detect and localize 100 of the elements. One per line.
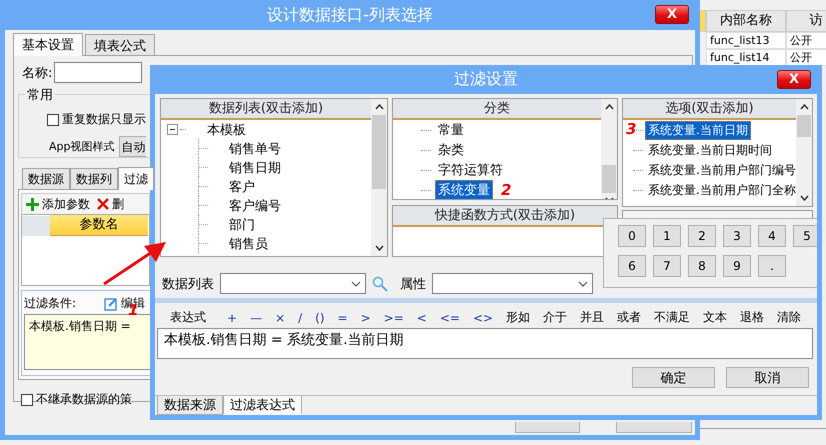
- operator-button[interactable]: 退格: [740, 309, 764, 326]
- operator-button[interactable]: 介于: [543, 309, 568, 326]
- keypad-key[interactable]: .: [758, 255, 786, 277]
- operator-button[interactable]: —: [250, 310, 262, 324]
- operator-button[interactable]: 或者: [617, 309, 642, 326]
- keypad-key[interactable]: 5: [793, 225, 817, 247]
- scroll-up-icon[interactable]: [800, 104, 808, 110]
- keypad-key[interactable]: 9: [723, 255, 751, 277]
- name-field[interactable]: [54, 62, 142, 83]
- delete-icon: [97, 198, 109, 210]
- tree-item[interactable]: 字符运算符: [435, 160, 506, 180]
- row-header: [22, 216, 50, 236]
- close-button[interactable]: X: [777, 70, 811, 89]
- column-header: 访: [786, 10, 826, 32]
- operator-button[interactable]: <>: [472, 310, 494, 324]
- keypad-key[interactable]: 2: [688, 225, 716, 247]
- delete-button[interactable]: 删: [97, 196, 128, 212]
- operator-button[interactable]: =: [338, 310, 348, 324]
- keypad-key[interactable]: 3: [723, 225, 751, 247]
- chevron-down-icon: [578, 280, 588, 286]
- collapse-icon[interactable]: [167, 124, 178, 135]
- checkbox[interactable]: [47, 114, 59, 126]
- chevron-down-icon: [351, 280, 361, 286]
- tab[interactable]: 填表公式: [85, 34, 155, 55]
- tree-item[interactable]: 系统变量: [435, 180, 493, 199]
- field-label: App视图样式: [49, 139, 114, 154]
- operator-button[interactable]: 不满足: [654, 309, 690, 326]
- tab[interactable]: 过滤表达式: [223, 396, 302, 415]
- keypad-key[interactable]: 7: [653, 255, 681, 277]
- keypad-key[interactable]: 0: [618, 225, 646, 247]
- tab[interactable]: 数据来源: [157, 396, 223, 415]
- panel-header: 分类: [393, 99, 601, 120]
- scroll-up-icon[interactable]: [374, 104, 384, 110]
- step-number: 2: [501, 181, 512, 199]
- field-label: 名称:: [22, 64, 52, 82]
- tree-item[interactable]: 客户: [226, 176, 258, 196]
- step-number: 3: [626, 120, 636, 138]
- operator-button[interactable]: (): [315, 310, 325, 324]
- option-item[interactable]: 系统变量.当前用户部门编号: [645, 160, 799, 180]
- scroll-up-icon[interactable]: [604, 104, 614, 110]
- table-cell: 公开: [786, 49, 826, 66]
- operator-button[interactable]: >: [360, 310, 371, 324]
- checkbox-label: 不继承数据源的策: [36, 391, 132, 408]
- scrollbar-thumb[interactable]: [372, 115, 386, 189]
- operator-button[interactable]: 文本: [703, 309, 728, 326]
- tab[interactable]: 数据源: [22, 168, 70, 189]
- option-item[interactable]: 系统变量.当前日期时间: [645, 140, 775, 160]
- keypad-key[interactable]: 8: [688, 255, 716, 277]
- tab[interactable]: 数据列: [70, 168, 118, 189]
- keypad-key[interactable]: 1: [653, 225, 681, 247]
- operator-button[interactable]: 表达式: [170, 309, 206, 326]
- column-header: 内部名称: [706, 10, 786, 32]
- dialog-button[interactable]: 取消: [726, 367, 809, 388]
- filter-text-area[interactable]: 本模板.销售日期 =: [24, 314, 150, 370]
- dropdown[interactable]: [220, 273, 366, 294]
- operator-button[interactable]: >=: [384, 310, 404, 324]
- group-title: 常用: [25, 86, 55, 104]
- plus-icon: [26, 198, 39, 210]
- add-button[interactable]: 添加参数: [26, 196, 94, 212]
- checkbox-label: 重复数据只显示: [62, 111, 146, 128]
- keypad-key[interactable]: 4: [758, 225, 786, 247]
- tree-item[interactable]: 销售日期: [226, 158, 284, 178]
- table-cell: func_list14: [706, 49, 786, 66]
- tree-item[interactable]: 本模板: [204, 120, 249, 140]
- view-style-dropdown[interactable]: 自动: [118, 136, 146, 157]
- keypad-key[interactable]: 6: [618, 255, 646, 277]
- tree-item[interactable]: 销售员: [226, 234, 271, 254]
- tree-item[interactable]: 杂类: [435, 140, 467, 160]
- table-cell: func_list13: [706, 32, 786, 49]
- tree-item[interactable]: 客户编号: [226, 196, 284, 216]
- panel-header: 快捷函数方式(双击添加): [393, 206, 617, 227]
- operator-button[interactable]: /: [298, 310, 302, 324]
- operator-button[interactable]: 形如: [506, 309, 530, 326]
- option-item[interactable]: 系统变量.当前日期: [645, 120, 751, 140]
- operator-button[interactable]: 清除: [777, 309, 802, 326]
- field-label: 数据列表: [162, 276, 214, 292]
- column-header: 参数名: [50, 215, 148, 236]
- dropdown[interactable]: [432, 273, 593, 294]
- tab[interactable]: 过滤: [118, 167, 154, 190]
- panel-header: 数据列表(双击添加): [161, 99, 371, 120]
- scrollbar-thumb[interactable]: [797, 115, 811, 137]
- operator-button[interactable]: 并且: [580, 309, 604, 326]
- dialog-button[interactable]: 确定: [632, 367, 715, 388]
- edit-icon: [104, 296, 118, 310]
- operator-button[interactable]: <: [416, 310, 427, 324]
- table-cell: 公开: [786, 32, 826, 49]
- tree-item[interactable]: 部门: [226, 214, 258, 234]
- operator-button[interactable]: ×: [275, 310, 286, 324]
- expression-field[interactable]: 本模板.销售日期 = 系统变量.当前日期: [157, 328, 813, 359]
- tree-item[interactable]: 销售单号: [226, 138, 284, 158]
- window-title: 过滤设置: [454, 69, 518, 90]
- option-item[interactable]: 系统变量.当前用户部门全称: [645, 180, 799, 200]
- operator-button[interactable]: <=: [440, 310, 460, 324]
- operator-button[interactable]: +: [227, 310, 238, 324]
- checkbox[interactable]: [21, 394, 33, 406]
- close-button[interactable]: X: [655, 5, 689, 24]
- tree-item[interactable]: 常量: [435, 120, 467, 140]
- scrollbar-thumb[interactable]: [602, 165, 616, 193]
- tab[interactable]: 基本设置: [13, 33, 83, 56]
- field-label: 过滤条件:: [24, 295, 78, 312]
